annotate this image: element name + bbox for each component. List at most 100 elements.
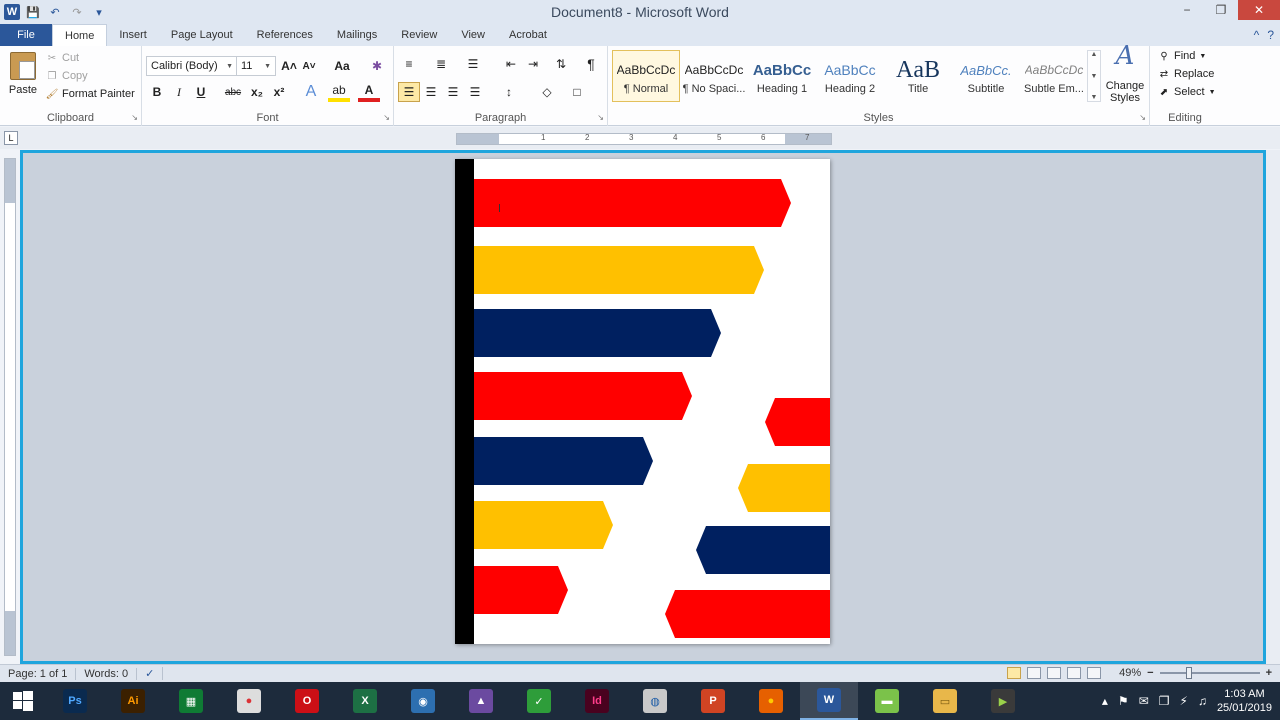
volume-icon[interactable]: ♫ [1198, 694, 1207, 708]
undo-icon[interactable]: ↶ [46, 3, 64, 21]
message-icon[interactable]: ✉ [1139, 694, 1149, 708]
tab-mailings[interactable]: Mailings [325, 24, 389, 46]
yellow-arrow-1[interactable] [474, 246, 764, 294]
bullets-button[interactable]: ≡ [398, 54, 420, 74]
red-arrow-1[interactable] [474, 179, 791, 227]
clock[interactable]: 1:03 AM 25/01/2019 [1217, 687, 1272, 715]
replace-button[interactable]: ⇄ Replace [1158, 68, 1216, 80]
zoom-level[interactable]: 49% [1119, 667, 1141, 679]
grow-font-button[interactable]: A˄ [278, 56, 300, 76]
red-arrow-2[interactable] [474, 372, 692, 420]
taskbar-app-word[interactable]: W [800, 682, 858, 720]
styles-scroll[interactable]: ▲ ▼ ▼ [1087, 50, 1101, 102]
page-count[interactable]: Page: 1 of 1 [0, 667, 77, 680]
clipboard-launcher-icon[interactable]: ↘ [131, 113, 138, 122]
zoom-out-button[interactable]: − [1147, 667, 1153, 679]
zoom-slider-thumb[interactable] [1185, 667, 1192, 679]
taskbar-app-photoshop[interactable]: Ps [46, 682, 104, 720]
justify-button[interactable]: ☰ [464, 82, 486, 102]
chevron-up-icon[interactable]: ▲ [1091, 51, 1098, 58]
red-arrow-right-1[interactable] [765, 398, 830, 446]
restore-button[interactable]: ❐ [1204, 0, 1238, 20]
clear-formatting-button[interactable]: ✱ [366, 56, 388, 76]
style-title[interactable]: AaB Title [884, 50, 952, 102]
style-subtle-emphasis[interactable]: AaBbCcDc Subtle Em... [1020, 50, 1088, 102]
navy-arrow-right-1[interactable] [696, 526, 830, 574]
taskbar-app-green-box[interactable]: ▬ [858, 682, 916, 720]
numbering-button[interactable]: ≣ [430, 54, 452, 74]
vertical-ruler[interactable] [4, 158, 16, 656]
yellow-arrow-right-1[interactable] [738, 464, 830, 512]
tab-page-layout[interactable]: Page Layout [159, 24, 245, 46]
paste-button[interactable]: Paste [6, 50, 40, 104]
font-name-combo[interactable]: Calibri (Body) ▼ [146, 56, 238, 76]
horizontal-ruler[interactable]: 1 2 3 4 5 6 7 [456, 133, 832, 145]
decrease-indent-button[interactable]: ⇤ [500, 54, 522, 74]
proofing-icon[interactable]: ✓ [137, 667, 164, 680]
taskbar-app-chat[interactable]: ◍ [626, 682, 684, 720]
font-color-button[interactable]: A [358, 82, 380, 102]
multilevel-list-button[interactable]: ☰ [462, 54, 484, 74]
taskbar-app-powerpoint[interactable]: P [684, 682, 742, 720]
redo-icon[interactable]: ↷ [68, 3, 86, 21]
taskbar-app-green-app[interactable]: ✓ [510, 682, 568, 720]
customize-qat-icon[interactable]: ▾ [90, 3, 108, 21]
start-button[interactable] [0, 682, 46, 720]
tab-acrobat[interactable]: Acrobat [497, 24, 559, 46]
taskbar-app-media[interactable]: ▶ [974, 682, 1032, 720]
tab-selector[interactable]: L [4, 131, 18, 145]
taskbar-app-photos[interactable]: ▲ [452, 682, 510, 720]
left-black-bar[interactable] [455, 159, 474, 644]
increase-indent-button[interactable]: ⇥ [522, 54, 544, 74]
zoom-slider[interactable] [1159, 667, 1260, 679]
draft-view-icon[interactable] [1087, 667, 1102, 679]
help-icon[interactable]: ? [1267, 28, 1274, 42]
taskbar-app-firefox[interactable]: ● [742, 682, 800, 720]
bold-button[interactable]: B [146, 82, 168, 102]
taskbar-app-excel[interactable]: X [336, 682, 394, 720]
tray-expand-icon[interactable]: ▴ [1102, 694, 1108, 708]
web-layout-view-icon[interactable] [1047, 667, 1062, 679]
styles-launcher-icon[interactable]: ↘ [1139, 113, 1146, 122]
tab-insert[interactable]: Insert [107, 24, 159, 46]
cut-button[interactable]: ✂ Cut [46, 52, 135, 64]
full-screen-view-icon[interactable] [1027, 667, 1042, 679]
change-case-button[interactable]: Aa [328, 56, 356, 76]
style-normal[interactable]: AaBbCcDc ¶ Normal [612, 50, 680, 102]
change-styles-button[interactable]: A Change Styles [1104, 43, 1146, 110]
document-page[interactable] [455, 159, 830, 644]
borders-button[interactable]: □ [566, 82, 588, 102]
word-count[interactable]: Words: 0 [76, 667, 138, 680]
red-arrow-3[interactable] [474, 566, 568, 614]
navy-arrow-1[interactable] [474, 309, 721, 357]
style-heading-1[interactable]: AaBbCc Heading 1 [748, 50, 816, 102]
tab-review[interactable]: Review [389, 24, 449, 46]
strikethrough-button[interactable]: abc [222, 82, 244, 102]
navy-arrow-2[interactable] [474, 437, 653, 485]
tab-view[interactable]: View [449, 24, 497, 46]
font-launcher-icon[interactable]: ↘ [383, 113, 390, 122]
style-subtitle[interactable]: AaBbCc. Subtitle [952, 50, 1020, 102]
tab-file[interactable]: File [0, 24, 52, 46]
line-spacing-button[interactable]: ↕ [498, 82, 520, 102]
tab-references[interactable]: References [245, 24, 325, 46]
style-no-spacing[interactable]: AaBbCcDc ¶ No Spaci... [680, 50, 748, 102]
shading-button[interactable]: ◇ [536, 82, 558, 102]
outline-view-icon[interactable] [1067, 667, 1082, 679]
taskbar-app-camera[interactable]: ◉ [394, 682, 452, 720]
italic-button[interactable]: I [168, 82, 190, 102]
show-marks-button[interactable]: ¶ [580, 54, 602, 74]
more-styles-icon[interactable]: ▼ [1091, 94, 1098, 101]
sort-button[interactable]: ⇅ [550, 54, 572, 74]
paragraph-launcher-icon[interactable]: ↘ [597, 113, 604, 122]
flag-icon[interactable]: ⚑ [1118, 694, 1129, 708]
yellow-arrow-2[interactable] [474, 501, 613, 549]
save-icon[interactable]: 💾 [24, 3, 42, 21]
subscript-button[interactable]: x₂ [246, 82, 268, 102]
taskbar-app-explorer[interactable]: ▭ [916, 682, 974, 720]
chevron-down-icon[interactable]: ▼ [1091, 73, 1098, 80]
superscript-button[interactable]: x² [268, 82, 290, 102]
red-arrow-right-2[interactable] [665, 590, 830, 638]
find-button[interactable]: ⚲ Find ▼ [1158, 50, 1216, 62]
taskbar-app-illustrator[interactable]: Ai [104, 682, 162, 720]
